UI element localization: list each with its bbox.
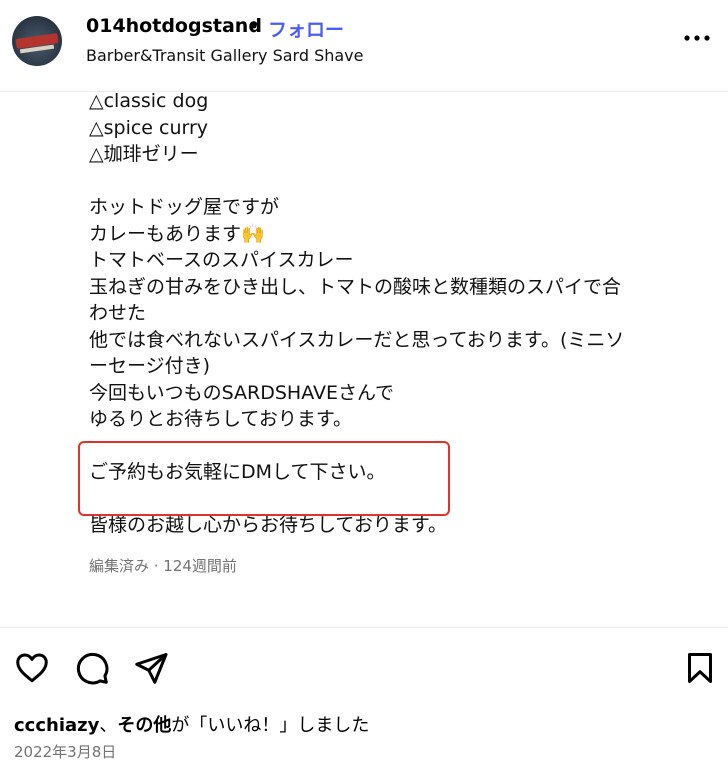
send-icon[interactable]: [133, 650, 169, 686]
username-link[interactable]: 014hotdogstand: [86, 15, 262, 37]
caption-meta: 編集済み · 124週間前: [89, 557, 237, 575]
caption-line: トマトベースのスパイスカレー: [89, 249, 354, 271]
caption-line: △classic dog: [89, 90, 209, 112]
location-link[interactable]: Barber&Transit Gallery Sard Shave: [86, 46, 363, 65]
bookmark-icon[interactable]: [682, 650, 718, 686]
likes-suffix: が「いいね！」しました: [171, 715, 370, 736]
likes-sep: 、: [99, 715, 118, 736]
caption-line: △spice curry: [89, 116, 209, 139]
caption-line: 今回もいつものSARDSHAVEさんで: [89, 381, 395, 404]
likes-summary: ccchiazy、その他が「いいね！」しました: [14, 711, 369, 737]
caption-line: ゆるりとお待ちしております。: [89, 408, 352, 430]
comment-icon[interactable]: [74, 650, 110, 686]
post-header: 014hotdogstand • フォロー Barber&Transit Gal…: [0, 0, 728, 92]
avatar[interactable]: [12, 16, 62, 66]
more-options-icon[interactable]: [682, 26, 712, 46]
highlight-box: [78, 441, 450, 516]
caption-line: 他では食べれないスパイスカレーだと思っております。(ミニソ: [89, 328, 625, 351]
caption-line: [89, 168, 689, 195]
divider: [0, 627, 728, 628]
likes-others-link[interactable]: その他: [117, 715, 171, 736]
caption-line: わせた: [89, 302, 147, 324]
caption-line: ホットドッグ屋ですが: [89, 196, 280, 218]
caption-line: カレーもあります🙌: [89, 222, 265, 245]
heart-icon[interactable]: [14, 650, 50, 686]
separator-dot: •: [248, 14, 260, 38]
follow-button[interactable]: フォロー: [268, 15, 344, 42]
post-date[interactable]: 2022年3月8日: [14, 741, 116, 762]
liker-username[interactable]: ccchiazy: [14, 715, 99, 736]
caption-line: ーセージ付き): [89, 355, 211, 377]
caption-line: 玉ねぎの甘みをひき出し、トマトの酸味と数種類のスパイで合: [89, 275, 622, 298]
caption-line: △珈琲ゼリー: [89, 143, 199, 165]
